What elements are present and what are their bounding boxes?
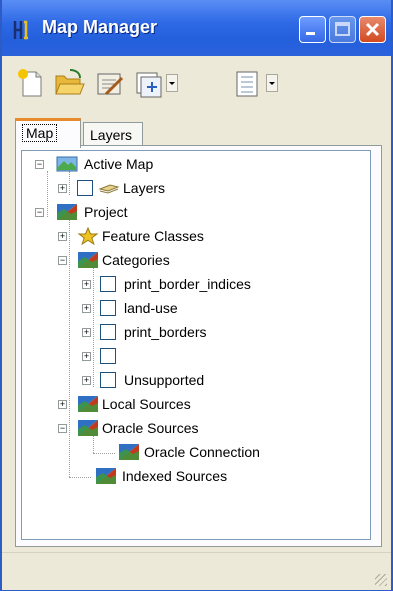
layers-icon [98, 184, 120, 194]
expand-icon[interactable]: + [82, 304, 91, 313]
expand-icon[interactable]: + [58, 232, 67, 241]
open-icon[interactable] [52, 66, 86, 100]
tree-label-feature-classes: Feature Classes [102, 228, 204, 244]
tree-node-category[interactable]: + land-use [22, 296, 362, 320]
collapse-icon[interactable]: − [58, 256, 67, 265]
local-sources-icon [78, 396, 98, 412]
map-tree[interactable]: − Active Map + Layers − Project + Featur… [21, 150, 371, 540]
list-icon[interactable] [230, 66, 264, 100]
indexed-sources-icon [96, 468, 116, 484]
tree-label-active-map: Active Map [84, 156, 154, 172]
tree-label-project: Project [84, 204, 128, 220]
minimize-button[interactable] [299, 16, 326, 43]
resize-grip[interactable] [375, 574, 387, 586]
tree-node-active-map[interactable]: − Active Map [22, 152, 362, 176]
expand-icon[interactable]: + [82, 352, 91, 361]
tree-node-feature-classes[interactable]: + Feature Classes [22, 224, 362, 248]
expand-icon[interactable]: + [58, 184, 67, 193]
maximize-button[interactable] [329, 16, 356, 43]
tree-label-local-sources: Local Sources [102, 396, 191, 412]
tree-label-layers: Layers [123, 180, 166, 196]
tree-node-indexed-sources[interactable]: Indexed Sources [22, 464, 362, 488]
map-manager-icon [13, 20, 28, 40]
active-map-icon [56, 156, 78, 172]
tree-label-categories: Categories [102, 252, 170, 268]
close-button[interactable] [359, 16, 386, 43]
project-icon [57, 204, 77, 220]
tree-label-category: land-use [124, 300, 178, 316]
category-checkbox[interactable] [100, 348, 116, 364]
category-checkbox[interactable] [100, 372, 116, 388]
properties-icon[interactable] [92, 66, 126, 100]
tree-node-local-sources[interactable]: + Local Sources [22, 392, 362, 416]
category-checkbox[interactable] [100, 276, 116, 292]
expand-icon[interactable]: + [58, 400, 67, 409]
add-icon[interactable] [132, 66, 166, 100]
collapse-icon[interactable]: − [35, 208, 44, 217]
list-dropdown[interactable] [266, 74, 278, 92]
chevron-down-icon [269, 82, 275, 85]
add-dropdown[interactable] [166, 74, 178, 92]
tree-node-category[interactable]: + print_border_indices [22, 272, 362, 296]
layers-checkbox[interactable] [77, 180, 93, 196]
expand-icon[interactable]: + [82, 280, 91, 289]
tree-node-project[interactable]: − Project [22, 200, 362, 224]
tab-strip: Map Layers [2, 108, 391, 148]
map-manager-window: Map Manager Map Layers − Active Map + La… [0, 0, 393, 591]
tree-node-category[interactable]: + [22, 344, 362, 368]
tree-node-categories[interactable]: − Categories [22, 248, 362, 272]
status-bar [2, 552, 391, 590]
expand-icon[interactable]: + [82, 376, 91, 385]
oracle-sources-icon [78, 420, 98, 436]
categories-icon [78, 252, 98, 268]
tree-node-layers[interactable]: + Layers [22, 176, 362, 200]
tree-label-category: print_borders [124, 324, 207, 340]
tree-label-oracle-sources: Oracle Sources [102, 420, 199, 436]
chevron-down-icon [169, 82, 175, 85]
toolbar [2, 56, 391, 108]
category-checkbox[interactable] [100, 300, 116, 316]
tree-label-category: Unsupported [124, 372, 205, 388]
category-checkbox[interactable] [100, 324, 116, 340]
tree-label-indexed-sources: Indexed Sources [122, 468, 228, 484]
collapse-icon[interactable]: − [58, 424, 67, 433]
expand-icon[interactable]: + [82, 328, 91, 337]
new-icon[interactable] [14, 66, 48, 100]
oracle-connection-icon [119, 444, 139, 460]
tab-layers-label: Layers [90, 127, 133, 143]
tree-label-oracle-connection: Oracle Connection [144, 444, 260, 460]
title-bar[interactable]: Map Manager [2, 0, 391, 56]
star-icon [77, 227, 99, 245]
maximize-icon [335, 22, 350, 36]
map-panel: − Active Map + Layers − Project + Featur… [15, 145, 382, 547]
tree-node-oracle-connection[interactable]: Oracle Connection [22, 440, 362, 464]
tab-map[interactable]: Map [15, 118, 81, 148]
collapse-icon[interactable]: − [35, 160, 44, 169]
tree-node-category[interactable]: + print_borders [22, 320, 362, 344]
tree-node-category[interactable]: + Unsupported [22, 368, 362, 392]
tree-node-oracle-sources[interactable]: − Oracle Sources [22, 416, 362, 440]
minimize-icon [306, 32, 315, 35]
window-title: Map Manager [42, 17, 158, 37]
tab-map-label: Map [22, 124, 58, 142]
tree-label-category: print_border_indices [124, 276, 251, 292]
close-icon [365, 22, 380, 37]
